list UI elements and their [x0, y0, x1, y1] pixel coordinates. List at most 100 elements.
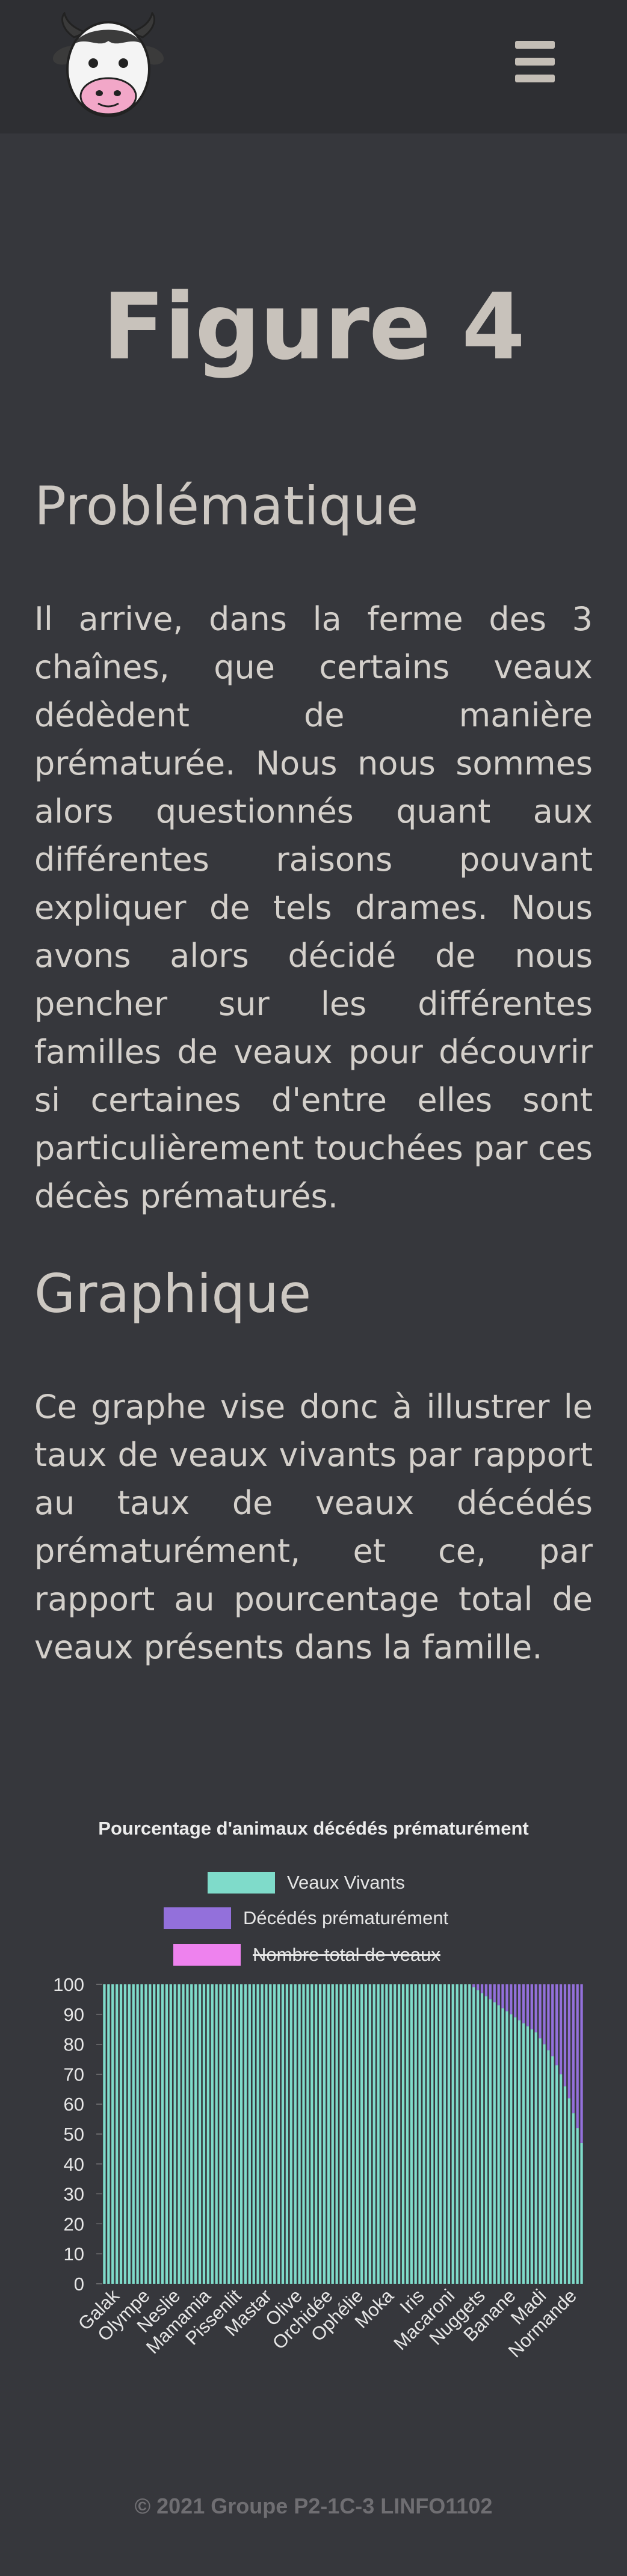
bar-alive[interactable] — [248, 1984, 251, 2284]
bar-alive[interactable] — [397, 1984, 401, 2284]
bar-alive[interactable] — [489, 1999, 492, 2284]
bar-alive[interactable] — [551, 2056, 554, 2284]
bar-alive[interactable] — [239, 1984, 243, 2284]
bar-alive[interactable] — [190, 1984, 193, 2284]
bar-alive[interactable] — [514, 2017, 517, 2284]
bar-alive[interactable] — [227, 1984, 230, 2284]
bar-alive[interactable] — [410, 1984, 413, 2284]
bar-dead[interactable] — [514, 1984, 517, 2017]
bar-dead[interactable] — [489, 1984, 492, 1999]
bar-alive[interactable] — [289, 1984, 292, 2284]
bar-alive[interactable] — [202, 1984, 206, 2284]
bar-alive[interactable] — [497, 2005, 500, 2284]
bar-alive[interactable] — [567, 2098, 570, 2284]
bar-alive[interactable] — [335, 1984, 338, 2284]
bar-alive[interactable] — [116, 1984, 119, 2284]
bar-dead[interactable] — [480, 1984, 484, 1993]
bar-alive[interactable] — [269, 1984, 272, 2284]
bar-alive[interactable] — [318, 1984, 322, 2284]
bar-alive[interactable] — [265, 1984, 268, 2284]
bar-dead[interactable] — [501, 1984, 504, 2008]
bar-alive[interactable] — [219, 1984, 222, 2284]
bar-dead[interactable] — [534, 1984, 537, 2032]
bar-alive[interactable] — [472, 1987, 475, 2284]
bar-alive[interactable] — [211, 1984, 214, 2284]
menu-button[interactable] — [511, 41, 558, 83]
bar-alive[interactable] — [103, 1984, 106, 2284]
bar-dead[interactable] — [526, 1984, 530, 2026]
bar-dead[interactable] — [572, 1984, 575, 2114]
bar-alive[interactable] — [302, 1984, 305, 2284]
bar-dead[interactable] — [563, 1984, 567, 2087]
bar-alive[interactable] — [261, 1984, 264, 2284]
bar-alive[interactable] — [439, 1984, 442, 2284]
bar-dead[interactable] — [522, 1984, 525, 2023]
bar-dead[interactable] — [567, 1984, 570, 2099]
bar-alive[interactable] — [572, 2113, 575, 2284]
bar-alive[interactable] — [327, 1984, 330, 2284]
bar-alive[interactable] — [435, 1984, 438, 2284]
bar-alive[interactable] — [285, 1984, 289, 2284]
bar-alive[interactable] — [443, 1984, 446, 2284]
bar-alive[interactable] — [331, 1984, 334, 2284]
bar-alive[interactable] — [119, 1984, 123, 2284]
bar-dead[interactable] — [477, 1984, 480, 1990]
bar-alive[interactable] — [132, 1984, 135, 2284]
bar-alive[interactable] — [310, 1984, 314, 2284]
bar-alive[interactable] — [580, 2142, 583, 2284]
bar-alive[interactable] — [244, 1984, 247, 2284]
bar-alive[interactable] — [381, 1984, 384, 2284]
bar-alive[interactable] — [427, 1984, 430, 2284]
bar-dead[interactable] — [493, 1984, 496, 2002]
bar-alive[interactable] — [447, 1984, 450, 2284]
bar-alive[interactable] — [352, 1984, 355, 2284]
bar-alive[interactable] — [281, 1984, 285, 2284]
bar-alive[interactable] — [539, 2038, 542, 2284]
bar-alive[interactable] — [223, 1984, 226, 2284]
bar-alive[interactable] — [530, 2029, 533, 2284]
bar-alive[interactable] — [414, 1984, 417, 2284]
bar-dead[interactable] — [505, 1984, 508, 2011]
bar-alive[interactable] — [107, 1984, 110, 2284]
bar-dead[interactable] — [555, 1984, 558, 2065]
bar-alive[interactable] — [543, 2044, 546, 2284]
bar-alive[interactable] — [194, 1984, 197, 2284]
bar-alive[interactable] — [298, 1984, 301, 2284]
bar-alive[interactable] — [493, 2002, 496, 2284]
bar-dead[interactable] — [497, 1984, 500, 2005]
bar-alive[interactable] — [252, 1984, 255, 2284]
bar-alive[interactable] — [344, 1984, 347, 2284]
bar-alive[interactable] — [372, 1984, 375, 2284]
bar-alive[interactable] — [323, 1984, 326, 2284]
bar-alive[interactable] — [339, 1984, 342, 2284]
bar-alive[interactable] — [510, 2014, 513, 2284]
bar-alive[interactable] — [186, 1984, 189, 2284]
bar-alive[interactable] — [111, 1984, 114, 2284]
bar-alive[interactable] — [517, 2020, 521, 2284]
bar-alive[interactable] — [169, 1984, 172, 2284]
bar-alive[interactable] — [477, 1990, 480, 2284]
bar-alive[interactable] — [480, 1993, 484, 2284]
bar-alive[interactable] — [401, 1984, 405, 2284]
bar-alive[interactable] — [165, 1984, 168, 2284]
bar-alive[interactable] — [468, 1984, 471, 2284]
bar-alive[interactable] — [406, 1984, 409, 2284]
bar-dead[interactable] — [580, 1984, 583, 2143]
bar-alive[interactable] — [294, 1984, 297, 2284]
bar-alive[interactable] — [484, 1996, 488, 2284]
bar-alive[interactable] — [173, 1984, 176, 2284]
bar-alive[interactable] — [456, 1984, 459, 2284]
bar-alive[interactable] — [206, 1984, 209, 2284]
bar-alive[interactable] — [389, 1984, 392, 2284]
bar-alive[interactable] — [315, 1984, 318, 2284]
bar-alive[interactable] — [377, 1984, 380, 2284]
bar-alive[interactable] — [431, 1984, 434, 2284]
bar-dead[interactable] — [510, 1984, 513, 2014]
bar-alive[interactable] — [394, 1984, 397, 2284]
bar-alive[interactable] — [460, 1984, 463, 2284]
bar-alive[interactable] — [256, 1984, 259, 2284]
bar-alive[interactable] — [178, 1984, 181, 2284]
bar-alive[interactable] — [464, 1984, 467, 2284]
bar-dead[interactable] — [472, 1984, 475, 1987]
bar-alive[interactable] — [123, 1984, 127, 2284]
